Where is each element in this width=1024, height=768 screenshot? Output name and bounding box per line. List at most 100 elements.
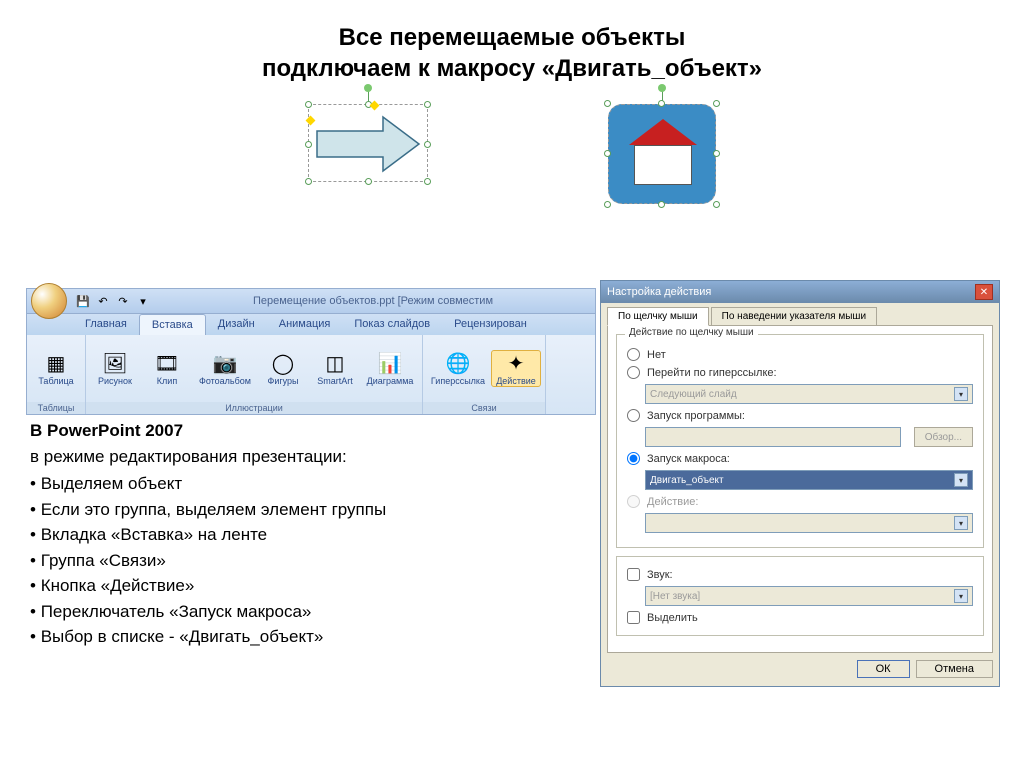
chevron-down-icon: ▾ — [954, 589, 968, 603]
tab-insert[interactable]: Вставка — [139, 314, 206, 335]
powerpoint-ribbon: 💾 ↶ ↷ ▾ Перемещение объектов.ppt [Режим … — [26, 288, 596, 415]
save-icon[interactable]: 💾 — [75, 293, 91, 309]
list-item: Кнопка «Действие» — [30, 573, 590, 599]
sound-fieldset: Звук: [Нет звука]▾ Выделить — [616, 556, 984, 636]
radio-none-input[interactable] — [627, 348, 640, 361]
document-title: Перемещение объектов.ppt [Режим совмести… — [151, 295, 595, 307]
shapes-icon: ◯ — [270, 351, 296, 377]
tab-mouse-over[interactable]: По наведении указателя мыши — [711, 307, 877, 326]
slide-title: Все перемещаемые объекты подключаем к ма… — [0, 0, 1024, 96]
action-button[interactable]: ✦Действие — [491, 350, 541, 388]
list-item: Выбор в списке - «Двигать_объект» — [30, 624, 590, 650]
cancel-button[interactable]: Отмена — [916, 660, 993, 678]
radio-program-input[interactable] — [627, 409, 640, 422]
rotate-handle-icon[interactable] — [658, 84, 666, 92]
house-body-icon — [634, 145, 692, 185]
undo-icon[interactable]: ↶ — [95, 293, 111, 309]
hyperlink-button[interactable]: 🌐Гиперссылка — [427, 351, 489, 387]
tab-review[interactable]: Рецензирован — [442, 314, 539, 335]
star-icon: ✦ — [503, 351, 529, 377]
instructions-heading: В PowerPoint 2007 — [30, 421, 183, 440]
smartart-icon: ◫ — [322, 351, 348, 377]
office-button[interactable] — [31, 283, 67, 319]
checkbox-highlight-input[interactable] — [627, 611, 640, 624]
checkbox-sound[interactable]: Звук: — [627, 568, 973, 581]
table-icon: ▦ — [43, 351, 69, 377]
tab-animation[interactable]: Анимация — [267, 314, 343, 335]
house-shape-selected[interactable] — [608, 104, 716, 204]
dialog-tabs: По щелчку мыши По наведении указателя мы… — [601, 303, 999, 326]
photoalbum-icon: 📷 — [212, 351, 238, 377]
radio-program[interactable]: Запуск программы: — [627, 409, 973, 422]
tab-mouse-click[interactable]: По щелчку мыши — [607, 307, 709, 326]
radio-hyperlink-input[interactable] — [627, 366, 640, 379]
group-illustrations: 🖼Рисунок 🎞Клип 📷Фотоальбом ◯Фигуры ◫Smar… — [86, 335, 423, 414]
ok-button[interactable]: ОК — [857, 660, 910, 678]
action-settings-dialog: Настройка действия ✕ По щелчку мыши По н… — [600, 280, 1000, 687]
fieldset-legend: Действие по щелчку мыши — [625, 327, 758, 338]
chevron-down-icon: ▾ — [954, 516, 968, 530]
macro-combo[interactable]: Двигать_объект▾ — [645, 470, 973, 490]
group-label-illustrations: Иллюстрации — [86, 402, 422, 414]
group-tables: ▦ Таблица Таблицы — [27, 335, 86, 414]
chevron-down-icon[interactable]: ▾ — [954, 473, 968, 487]
table-button[interactable]: ▦ Таблица — [31, 351, 81, 387]
instructions-list: Выделяем объект Если это группа, выделяе… — [30, 471, 590, 650]
group-label-tables: Таблицы — [27, 402, 85, 414]
dialog-body: Действие по щелчку мыши Нет Перейти по г… — [607, 325, 993, 653]
hyperlink-combo: Следующий слайд▾ — [645, 384, 973, 404]
close-icon[interactable]: ✕ — [975, 284, 993, 300]
radio-macro[interactable]: Запуск макроса: — [627, 452, 973, 465]
tab-home[interactable]: Главная — [73, 314, 139, 335]
qat-dropdown-icon[interactable]: ▾ — [135, 293, 151, 309]
checkbox-highlight[interactable]: Выделить — [627, 611, 973, 624]
redo-icon[interactable]: ↷ — [115, 293, 131, 309]
action-fieldset: Действие по щелчку мыши Нет Перейти по г… — [616, 334, 984, 548]
action-combo: ▾ — [645, 513, 973, 533]
shapes-button[interactable]: ◯Фигуры — [258, 351, 308, 387]
sound-combo: [Нет звука]▾ — [645, 586, 973, 606]
clip-icon: 🎞 — [154, 351, 180, 377]
chart-button[interactable]: 📊Диаграмма — [362, 351, 418, 387]
dialog-title-text: Настройка действия — [607, 286, 711, 298]
globe-icon: 🌐 — [445, 351, 471, 377]
list-item: Если это группа, выделяем элемент группы — [30, 497, 590, 523]
house-roof-icon — [629, 119, 697, 145]
group-label-links: Связи — [423, 402, 545, 414]
list-item: Вкладка «Вставка» на ленте — [30, 522, 590, 548]
picture-button[interactable]: 🖼Рисунок — [90, 351, 140, 387]
smartart-button[interactable]: ◫SmartArt — [310, 351, 360, 387]
picture-icon: 🖼 — [102, 351, 128, 377]
chevron-down-icon: ▾ — [954, 387, 968, 401]
list-item: Выделяем объект — [30, 471, 590, 497]
list-item: Переключатель «Запуск макроса» — [30, 599, 590, 625]
title-line-2: подключаем к макросу «Двигать_объект» — [40, 53, 984, 84]
instructions-text: В PowerPoint 2007 в режиме редактировани… — [30, 418, 590, 650]
radio-macro-input[interactable] — [627, 452, 640, 465]
radio-action-input — [627, 495, 640, 508]
radio-none[interactable]: Нет — [627, 348, 973, 361]
dialog-buttons: ОК Отмена — [601, 660, 999, 686]
list-item: Группа «Связи» — [30, 548, 590, 574]
browse-button: Обзор... — [914, 427, 973, 447]
checkbox-sound-input[interactable] — [627, 568, 640, 581]
group-links: 🌐Гиперссылка ✦Действие Связи — [423, 335, 546, 414]
shapes-row — [0, 104, 1024, 204]
radio-hyperlink[interactable]: Перейти по гиперссылке: — [627, 366, 973, 379]
tab-slideshow[interactable]: Показ слайдов — [342, 314, 442, 335]
instructions-subtitle: в режиме редактирования презентации: — [30, 444, 590, 470]
quick-access-toolbar: 💾 ↶ ↷ ▾ Перемещение объектов.ppt [Режим … — [26, 288, 596, 314]
arrow-shape-selected[interactable] — [308, 104, 428, 204]
program-path-input — [645, 427, 901, 447]
photoalbum-button[interactable]: 📷Фотоальбом — [194, 351, 256, 387]
chart-icon: 📊 — [377, 351, 403, 377]
clip-button[interactable]: 🎞Клип — [142, 351, 192, 387]
title-line-1: Все перемещаемые объекты — [40, 22, 984, 53]
ribbon-content: ▦ Таблица Таблицы 🖼Рисунок 🎞Клип 📷Фотоал… — [26, 335, 596, 415]
tab-design[interactable]: Дизайн — [206, 314, 267, 335]
arrow-icon — [315, 115, 423, 173]
ribbon-tabs: Главная Вставка Дизайн Анимация Показ сл… — [26, 314, 596, 335]
rotate-handle-icon[interactable] — [364, 84, 372, 92]
dialog-titlebar[interactable]: Настройка действия ✕ — [601, 281, 999, 303]
rounded-rect-shape — [608, 104, 716, 204]
